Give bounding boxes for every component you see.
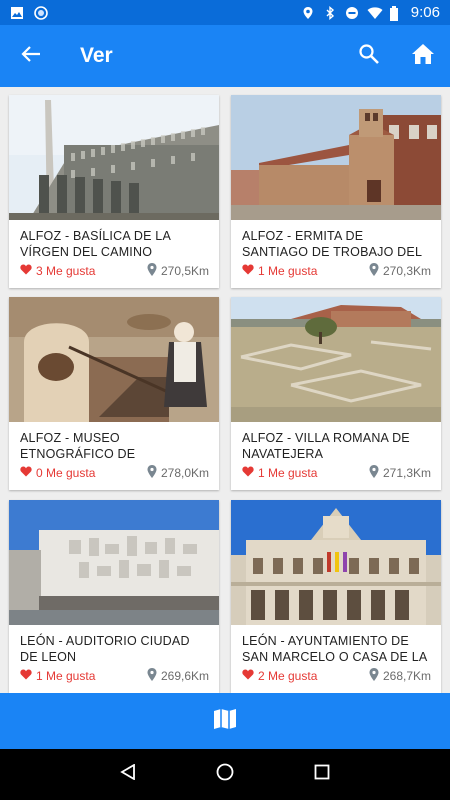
- likes[interactable]: 0 Me gusta: [20, 466, 95, 480]
- distance-label: 271,3Km: [382, 466, 431, 480]
- nav-recents-button[interactable]: [302, 755, 342, 795]
- page-title: Ver: [80, 44, 113, 67]
- likes-label: 2 Me gusta: [258, 669, 318, 683]
- arrow-back-icon: [21, 44, 41, 69]
- heart-icon: [20, 264, 32, 278]
- distance: 271,3Km: [369, 465, 431, 481]
- system-nav-bar: [0, 749, 450, 800]
- home-circle-icon: [216, 763, 234, 786]
- place-title: LEÓN - AUDITORIO CIUDAD DE LEON: [20, 634, 190, 664]
- likes[interactable]: 1 Me gusta: [20, 669, 95, 683]
- distance-label: 278,0Km: [160, 466, 209, 480]
- map-icon: [213, 708, 237, 735]
- place-card[interactable]: ALFOZ - ERMITA DE SANTIAGO DE TROBAJO DE…: [231, 95, 441, 288]
- place-title: LEÓN - AYUNTAMIENTO DE SAN MARCELO O CAS…: [242, 634, 428, 664]
- location-pin-icon: [369, 465, 379, 481]
- status-time: 9:06: [410, 4, 440, 21]
- likes-label: 1 Me gusta: [258, 466, 318, 480]
- likes[interactable]: 1 Me gusta: [242, 264, 317, 278]
- place-title: ALFOZ - BASÍLICA DE LA VÍRGEN DEL CAMINO: [20, 229, 171, 259]
- distance: 278,0Km: [147, 465, 209, 481]
- location-pin-icon: [147, 465, 157, 481]
- distance: 268,7Km: [369, 668, 431, 684]
- place-image: [9, 297, 219, 422]
- search-button[interactable]: [342, 25, 396, 87]
- heart-icon: [242, 264, 254, 278]
- place-card[interactable]: ALFOZ - BASÍLICA DE LA VÍRGEN DEL CAMINO…: [9, 95, 219, 288]
- app-bar: Ver: [0, 25, 450, 87]
- likes-label: 1 Me gusta: [36, 669, 96, 683]
- distance: 269,6Km: [147, 668, 209, 684]
- distance: 270,3Km: [369, 263, 431, 279]
- place-image: [9, 95, 219, 220]
- place-card[interactable]: LEÓN - AYUNTAMIENTO DE SAN MARCELO O CAS…: [231, 500, 441, 693]
- wifi-icon: [367, 6, 383, 20]
- likes-label: 1 Me gusta: [258, 264, 318, 278]
- location-pin-icon: [147, 668, 157, 684]
- do-not-disturb-icon: [345, 6, 359, 20]
- distance-label: 269,6Km: [160, 669, 209, 683]
- distance-label: 270,3Km: [382, 264, 431, 278]
- circle-icon: [34, 5, 48, 20]
- likes[interactable]: 3 Me gusta: [20, 264, 95, 278]
- back-button[interactable]: [0, 25, 62, 87]
- nav-home-button[interactable]: [205, 755, 245, 795]
- place-title: ALFOZ - MUSEO ETNOGRÁFICO DE LORENZANA: [20, 431, 136, 461]
- place-title: ALFOZ - VILLA ROMANA DE NAVATEJERA: [242, 431, 410, 461]
- likes-label: 3 Me gusta: [36, 264, 96, 278]
- status-bar: 9:06: [0, 0, 450, 25]
- nav-back-button[interactable]: [108, 755, 148, 795]
- place-card[interactable]: ALFOZ - VILLA ROMANA DE NAVATEJERA 1 Me …: [231, 297, 441, 490]
- search-icon: [358, 43, 380, 70]
- place-title: ALFOZ - ERMITA DE SANTIAGO DE TROBAJO DE…: [242, 229, 422, 259]
- places-grid: ALFOZ - BASÍLICA DE LA VÍRGEN DEL CAMINO…: [0, 87, 450, 693]
- location-icon: [301, 6, 315, 20]
- place-image: [231, 500, 441, 625]
- likes[interactable]: 1 Me gusta: [242, 466, 317, 480]
- distance: 270,5Km: [147, 263, 209, 279]
- place-card[interactable]: ALFOZ - MUSEO ETNOGRÁFICO DE LORENZANA 0…: [9, 297, 219, 490]
- likes[interactable]: 2 Me gusta: [242, 669, 317, 683]
- home-button[interactable]: [396, 25, 450, 87]
- image-icon: [10, 6, 24, 20]
- heart-icon: [20, 669, 32, 683]
- likes-label: 0 Me gusta: [36, 466, 96, 480]
- heart-icon: [242, 669, 254, 683]
- distance-label: 270,5Km: [160, 264, 209, 278]
- place-image: [9, 500, 219, 625]
- back-triangle-icon: [120, 763, 136, 785]
- heart-icon: [20, 466, 32, 480]
- location-pin-icon: [147, 263, 157, 279]
- place-image: [231, 297, 441, 422]
- battery-icon: [389, 5, 403, 21]
- place-card[interactable]: LEÓN - AUDITORIO CIUDAD DE LEON 1 Me gus…: [9, 500, 219, 693]
- distance-label: 268,7Km: [382, 669, 431, 683]
- heart-icon: [242, 466, 254, 480]
- home-icon: [411, 43, 435, 70]
- bluetooth-icon: [323, 5, 337, 20]
- location-pin-icon: [369, 668, 379, 684]
- recents-square-icon: [314, 764, 330, 785]
- map-view-button[interactable]: [0, 693, 450, 749]
- location-pin-icon: [369, 263, 379, 279]
- place-image: [231, 95, 441, 220]
